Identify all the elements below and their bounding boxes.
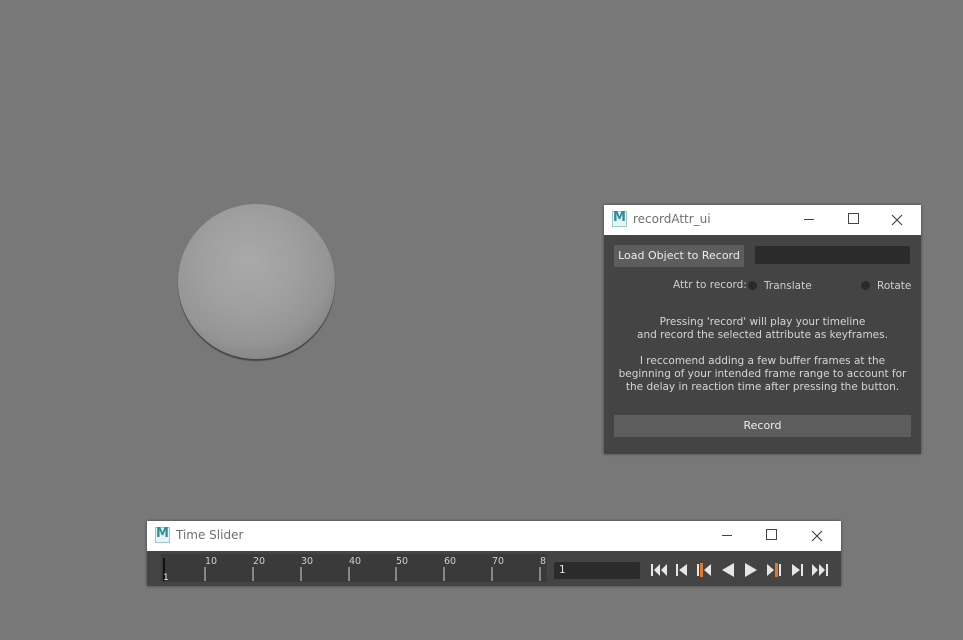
timeline-ruler: 1 10 20 30 40 50 60 70 8 bbox=[161, 554, 547, 582]
record-attr-window: M recordAttr_ui Load Object to Record At… bbox=[604, 205, 921, 454]
info-text-line: and record the selected attribute as key… bbox=[637, 329, 888, 341]
tick-label: 8 bbox=[540, 556, 546, 567]
close-button[interactable] bbox=[795, 521, 839, 551]
maximize-button[interactable] bbox=[831, 205, 875, 235]
step-forward-icon[interactable] bbox=[787, 560, 807, 580]
title-bar[interactable]: M recordAttr_ui bbox=[604, 205, 921, 235]
maya-logo-icon: M bbox=[155, 526, 170, 543]
play-forward-icon[interactable] bbox=[741, 560, 761, 580]
title-bar[interactable]: M Time Slider bbox=[147, 521, 841, 551]
info-text-line: I reccomend adding a few buffer frames a… bbox=[639, 355, 886, 367]
rotate-radio-label[interactable]: Rotate bbox=[877, 280, 911, 292]
play-backward-icon[interactable] bbox=[718, 560, 738, 580]
load-object-button[interactable]: Load Object to Record bbox=[614, 245, 744, 267]
maximize-button[interactable] bbox=[749, 521, 793, 551]
object-name-field[interactable] bbox=[755, 246, 910, 264]
translate-radio-label[interactable]: Translate bbox=[764, 280, 812, 292]
go-to-start-icon[interactable] bbox=[649, 560, 669, 580]
info-text-line: beginning of your intended frame range t… bbox=[618, 368, 907, 380]
tick-label: 60 bbox=[444, 556, 456, 567]
tick-label: 30 bbox=[301, 556, 313, 567]
window-title: Time Slider bbox=[176, 528, 244, 542]
attr-label: Attr to record: bbox=[673, 279, 747, 291]
current-frame-field[interactable]: 1 bbox=[554, 562, 640, 579]
record-button[interactable]: Record bbox=[614, 415, 911, 437]
next-key-icon[interactable] bbox=[764, 560, 784, 580]
tick-label: 40 bbox=[349, 556, 361, 567]
info-text-line: the delay in reaction time after pressin… bbox=[625, 381, 900, 393]
tick-label: 20 bbox=[253, 556, 265, 567]
tick-label: 50 bbox=[396, 556, 408, 567]
info-text-line: Pressing 'record' will play your timelin… bbox=[659, 316, 866, 328]
sphere-object[interactable] bbox=[178, 204, 335, 359]
minimize-button[interactable] bbox=[705, 521, 749, 551]
current-frame-marker: 1 bbox=[163, 573, 169, 582]
close-button[interactable] bbox=[875, 205, 919, 235]
tick-label: 10 bbox=[205, 556, 217, 567]
time-slider-window: M Time Slider 1 10 20 30 40 50 60 70 8 1 bbox=[147, 521, 841, 586]
maya-logo-icon: M bbox=[612, 210, 627, 227]
window-title: recordAttr_ui bbox=[633, 212, 711, 226]
go-to-end-icon[interactable] bbox=[810, 560, 830, 580]
timeline-track[interactable]: 1 10 20 30 40 50 60 70 8 bbox=[161, 554, 547, 582]
translate-radio[interactable] bbox=[748, 281, 757, 290]
minimize-button[interactable] bbox=[787, 205, 831, 235]
step-back-icon[interactable] bbox=[672, 560, 692, 580]
prev-key-icon[interactable] bbox=[694, 560, 714, 580]
tick-label: 70 bbox=[492, 556, 504, 567]
rotate-radio[interactable] bbox=[861, 281, 870, 290]
